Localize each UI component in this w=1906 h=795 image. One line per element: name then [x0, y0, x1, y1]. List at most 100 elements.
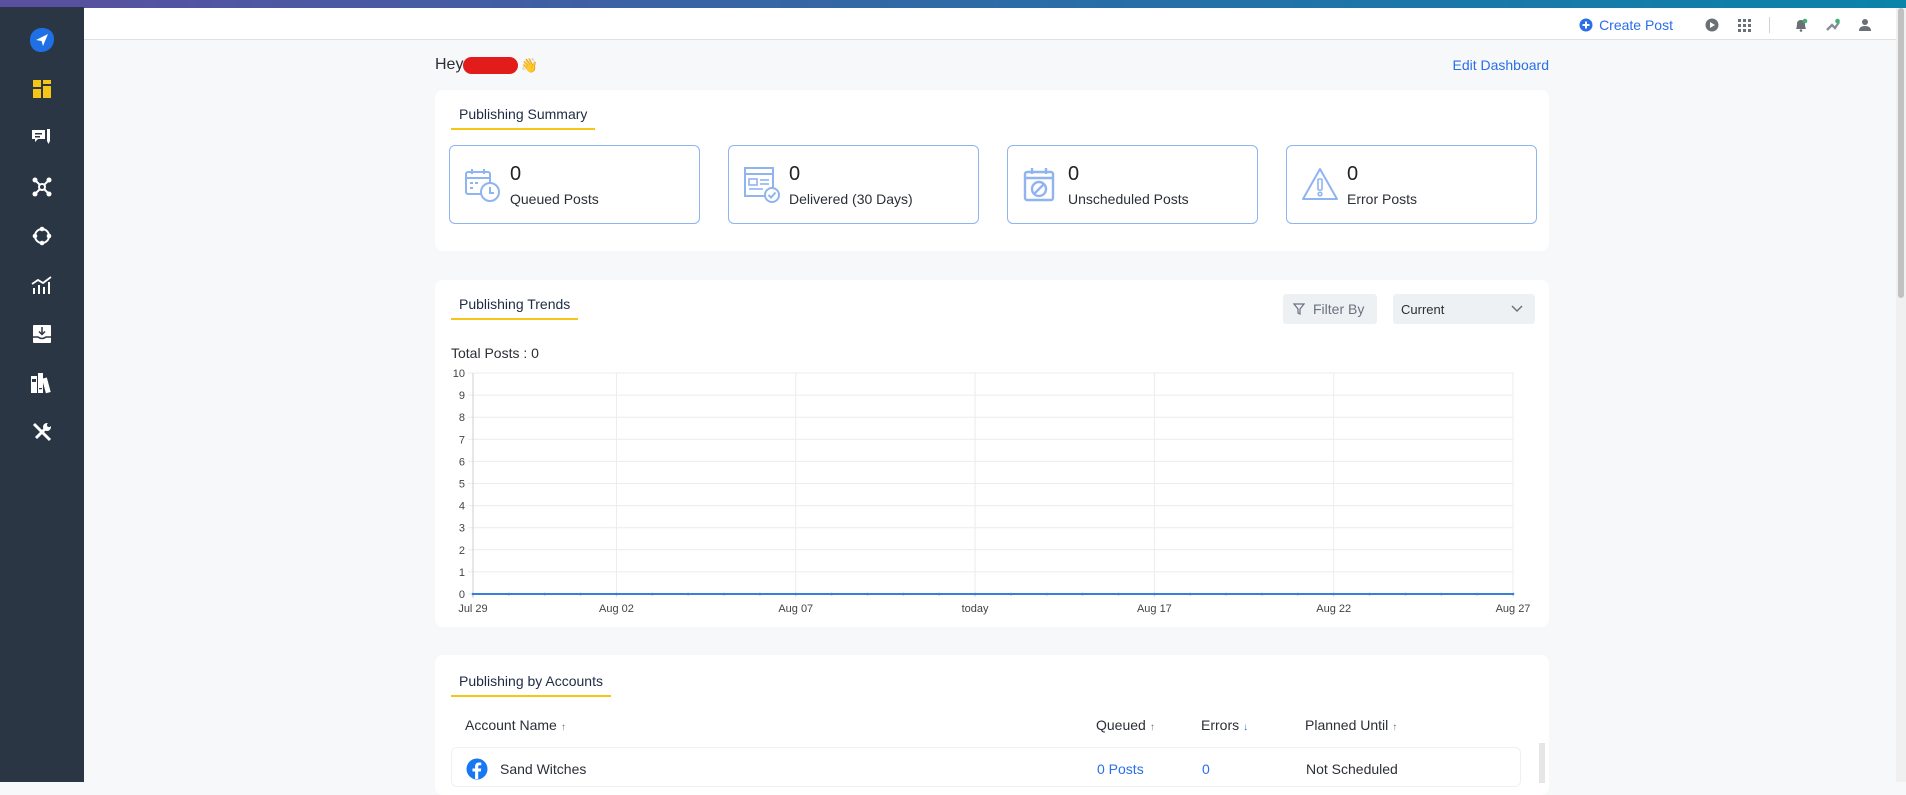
sidebar-item-tools[interactable] — [22, 412, 62, 452]
filter-by-button[interactable]: Filter By — [1283, 294, 1377, 324]
calendar-clock-icon — [465, 169, 500, 202]
analytics-icon — [31, 276, 52, 294]
data-point — [1045, 592, 1049, 596]
user-profile-icon — [1859, 19, 1871, 31]
sort-arrow-icon: ↓ — [1243, 722, 1249, 733]
y-tick-label: 5 — [459, 479, 465, 491]
data-point — [830, 592, 833, 596]
tutorial-video-button[interactable] — [1701, 14, 1723, 36]
sort-arrow-icon: ↑ — [1392, 722, 1398, 733]
sidebar-item-posts[interactable] — [22, 117, 62, 157]
data-point — [1404, 592, 1407, 596]
sidebar-item-dashboard[interactable] — [22, 69, 62, 109]
stat-value: 0 — [1068, 163, 1080, 185]
column-header-planned-until[interactable]: Planned Until ↑ — [1305, 717, 1397, 733]
publishing-summary-card: Publishing Summary 0 Queued Posts 0 Deli… — [435, 90, 1549, 251]
data-point — [1296, 592, 1300, 596]
delivered-doc-check-icon — [744, 167, 780, 203]
scrollbar-thumb[interactable] — [1898, 8, 1904, 298]
x-tick-label: today — [962, 603, 989, 615]
total-posts-label: Total Posts : 0 — [451, 345, 539, 361]
table-row[interactable]: Sand Witches 0 Posts 0 Not Scheduled — [451, 747, 1521, 787]
dashboard-icon — [33, 80, 51, 98]
account-name[interactable]: Sand Witches — [500, 761, 586, 777]
y-tick-label: 3 — [459, 523, 465, 535]
data-point — [1332, 592, 1335, 596]
data-point — [1368, 592, 1371, 596]
sidebar-item-network[interactable] — [22, 167, 62, 207]
integrations-button[interactable] — [1822, 14, 1844, 36]
sidebar-item-hub[interactable] — [22, 216, 62, 256]
stat-queued-posts[interactable]: 0 Queued Posts — [449, 145, 700, 224]
data-point — [686, 592, 690, 596]
data-point — [722, 592, 726, 596]
hub-icon — [32, 226, 52, 246]
top-header: Create Post — [84, 8, 1906, 40]
data-point — [471, 592, 475, 596]
data-point — [1439, 592, 1443, 596]
notification-bell-icon — [1796, 18, 1808, 32]
stat-label: Error Posts — [1347, 191, 1418, 207]
data-point — [794, 592, 798, 596]
column-header-label: Queued — [1096, 717, 1146, 733]
table-scrollbar[interactable] — [1539, 743, 1545, 783]
publishing-trends-card: Publishing Trends Filter By Current Tota… — [435, 280, 1549, 627]
user-profile-button[interactable] — [1854, 14, 1876, 36]
y-tick-label: 4 — [459, 501, 465, 513]
stat-error-posts[interactable]: 0 Error Posts — [1286, 145, 1537, 224]
column-header-queued[interactable]: Queued ↑ — [1096, 717, 1155, 733]
tools-icon — [32, 422, 52, 442]
data-point — [1475, 592, 1479, 596]
integrations-icon — [1826, 18, 1840, 31]
library-icon — [31, 373, 51, 394]
header-divider — [1769, 17, 1770, 33]
inbox-icon — [33, 325, 51, 343]
edit-dashboard-link[interactable]: Edit Dashboard — [1452, 57, 1549, 73]
stat-delivered-posts[interactable]: 0 Delivered (30 Days) — [728, 145, 979, 224]
data-point — [1117, 592, 1120, 596]
queued-posts-link[interactable]: 0 Posts — [1097, 761, 1144, 777]
page-scrollbar[interactable] — [1896, 8, 1906, 782]
sidebar-item-library[interactable] — [22, 363, 62, 403]
data-point — [1224, 592, 1228, 596]
x-tick-label: Aug 27 — [1496, 603, 1531, 615]
data-point — [1009, 592, 1013, 596]
stat-value: 0 — [1347, 163, 1359, 185]
apps-grid-button[interactable] — [1733, 14, 1755, 36]
data-point — [902, 592, 905, 596]
errors-link[interactable]: 0 — [1202, 761, 1210, 777]
publishing-summary-title: Publishing Summary — [451, 106, 596, 130]
facebook-icon — [466, 758, 488, 780]
publishing-by-accounts-title: Publishing by Accounts — [451, 673, 611, 697]
publishing-trends-title: Publishing Trends — [451, 296, 579, 320]
sidebar-item-inbox[interactable] — [22, 314, 62, 354]
y-tick-label: 2 — [459, 545, 465, 557]
x-tick-label: Aug 02 — [599, 603, 634, 615]
logo-send-icon — [30, 28, 54, 52]
data-point — [1153, 592, 1156, 596]
y-tick-label: 10 — [453, 368, 465, 380]
stat-label: Delivered (30 Days) — [789, 191, 913, 207]
sidebar-item-analytics[interactable] — [22, 265, 62, 305]
y-tick-label: 1 — [459, 567, 465, 579]
column-header-errors[interactable]: Errors ↓ — [1201, 717, 1248, 733]
x-tick-label: Aug 22 — [1316, 603, 1351, 615]
calendar-cancel-icon — [1023, 168, 1055, 202]
create-post-button[interactable]: Create Post — [1579, 17, 1673, 33]
filter-icon — [1293, 303, 1305, 315]
period-select[interactable]: Current — [1393, 294, 1535, 324]
stat-unscheduled-posts[interactable]: 0 Unscheduled Posts — [1007, 145, 1258, 224]
filter-by-label: Filter By — [1313, 301, 1365, 317]
notifications-button[interactable] — [1790, 14, 1812, 36]
sort-arrow-icon: ↑ — [560, 722, 566, 733]
sidebar-item-home[interactable] — [22, 20, 62, 60]
y-tick-label: 9 — [459, 390, 465, 402]
apps-grid-icon — [1737, 18, 1751, 32]
sidebar — [0, 7, 84, 782]
stat-value: 0 — [510, 163, 522, 185]
chevron-down-icon — [1511, 305, 1523, 313]
column-header-label: Account Name — [465, 717, 557, 733]
column-header-account-name[interactable]: Account Name ↑ — [465, 717, 566, 733]
x-tick-label: Aug 17 — [1137, 603, 1172, 615]
publishing-trends-chart: 0 1 2 3 4 5 6 7 8 9 10 Jul 29 Aug 02 Aug 07 today Aug 1… — [453, 368, 1531, 615]
